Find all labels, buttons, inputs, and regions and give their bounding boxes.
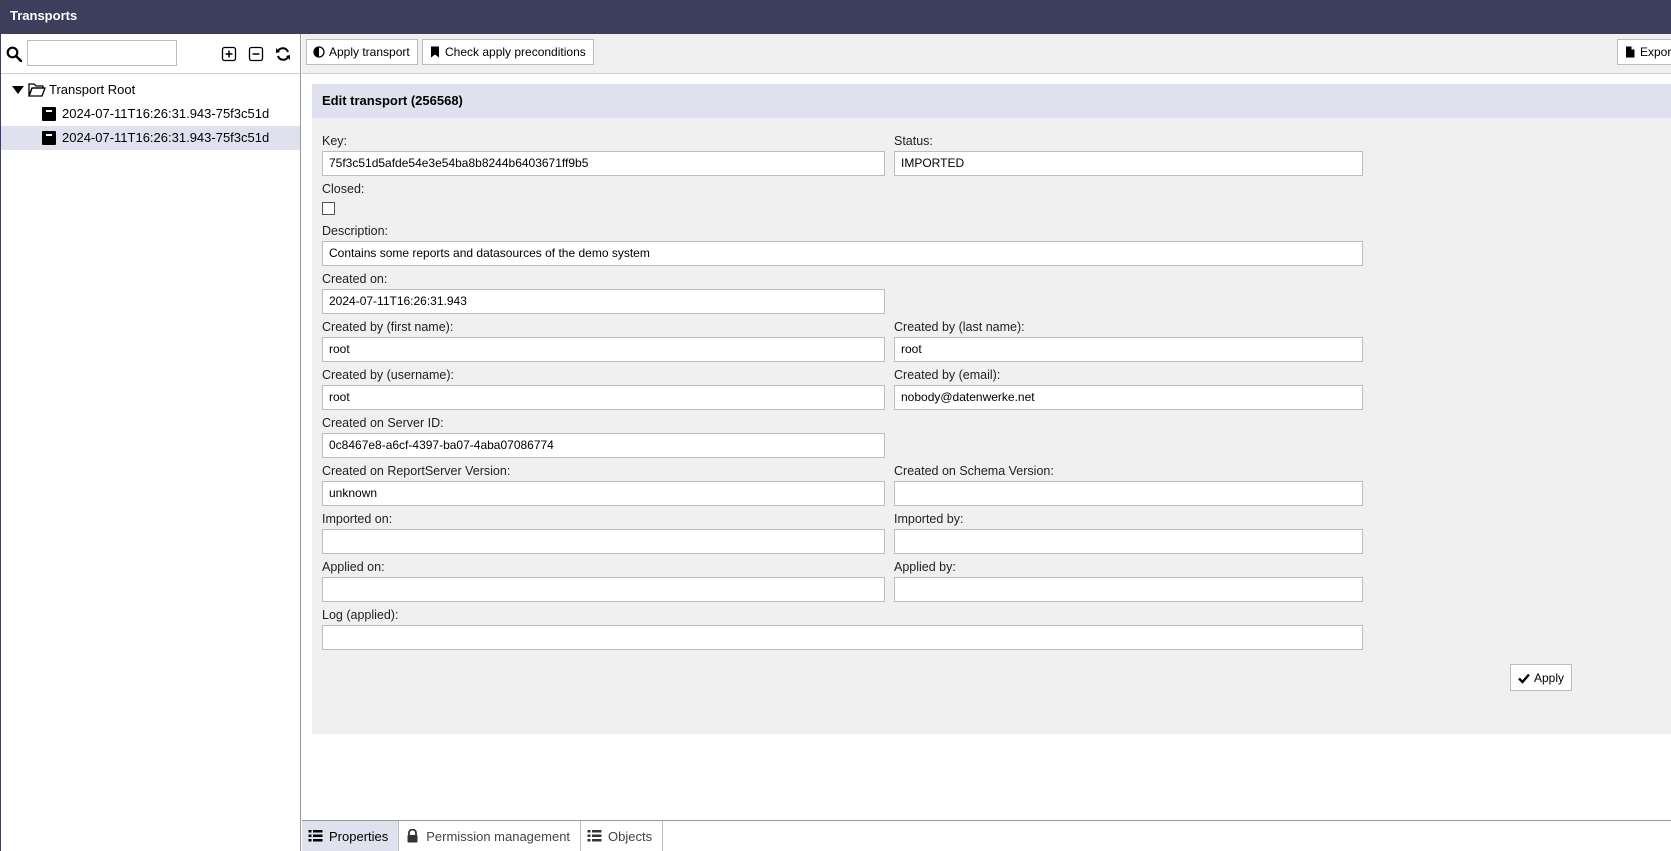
rs-version-label: Created on ReportServer Version: (322, 464, 511, 478)
created-on-field[interactable]: 2024-07-11T16:26:31.943 (322, 289, 885, 314)
imported-by-field[interactable] (894, 529, 1363, 554)
schema-version-field[interactable] (894, 481, 1363, 506)
folder-open-icon (28, 83, 46, 97)
applied-by-label: Applied by: (894, 560, 956, 574)
status-label: Status: (894, 134, 933, 148)
apply-transport-button[interactable]: Apply transport (306, 39, 418, 65)
rs-version-field[interactable]: unknown (322, 481, 885, 506)
last-name-field[interactable]: root (894, 337, 1363, 362)
bottom-tabs: Properties Permission management Objects (302, 820, 1671, 851)
window-title: Transports (0, 0, 1671, 34)
applied-on-field[interactable] (322, 577, 885, 602)
edit-transport-panel: Edit transport (256568) Key: 75f3c51d5af… (312, 84, 1671, 734)
username-field[interactable]: root (322, 385, 885, 410)
imported-on-field[interactable] (322, 529, 885, 554)
tab-properties[interactable]: Properties (302, 821, 400, 851)
transport-icon (42, 131, 56, 145)
list-icon (308, 830, 323, 842)
description-label: Description: (322, 224, 388, 238)
list-icon (587, 830, 602, 842)
tree-search-input[interactable] (27, 40, 177, 66)
check-icon (1518, 673, 1530, 684)
tree-item-transport[interactable]: 2024-07-11T16:26:31.943-75f3c51d (1, 126, 300, 150)
status-field[interactable]: IMPORTED (894, 151, 1363, 176)
tab-permission-label: Permission management (426, 828, 571, 844)
tab-objects-label: Objects (608, 828, 653, 844)
server-id-field[interactable]: 0c8467e8-a6cf-4397-ba07-4aba07086774 (322, 433, 885, 458)
tab-permission-management[interactable]: Permission management (399, 821, 582, 851)
caret-down-icon[interactable] (12, 86, 24, 94)
search-icon (6, 46, 22, 62)
expand-all-icon[interactable] (221, 46, 237, 62)
imported-on-label: Imported on: (322, 512, 393, 526)
contrast-icon (313, 46, 325, 58)
check-preconditions-label: Check apply preconditions (445, 45, 586, 59)
closed-label: Closed: (322, 182, 365, 196)
tree-root-label: Transport Root (49, 82, 136, 97)
bookmark-icon (431, 46, 439, 58)
apply-transport-label: Apply transport (329, 45, 410, 59)
applied-on-label: Applied on: (322, 560, 385, 574)
schema-version-label: Created on Schema Version: (894, 464, 1054, 478)
first-name-label: Created by (first name): (322, 320, 454, 334)
left-panel: Transport Root 2024-07-11T16:26:31.943-7… (0, 34, 301, 851)
file-icon (1626, 46, 1635, 58)
tree-item-transport[interactable]: 2024-07-11T16:26:31.943-75f3c51d (1, 102, 300, 126)
export-label: Export (1640, 45, 1671, 59)
last-name-label: Created by (last name): (894, 320, 1025, 334)
panel-title: Edit transport (256568) (312, 84, 1671, 118)
lock-icon (407, 829, 418, 843)
imported-by-label: Imported by: (894, 512, 964, 526)
email-field[interactable]: nobody@datenwerke.net (894, 385, 1363, 410)
log-label: Log (applied): (322, 608, 399, 622)
email-label: Created by (email): (894, 368, 1001, 382)
tree-root-item[interactable]: Transport Root (1, 78, 300, 102)
transport-icon (42, 107, 56, 121)
transport-tree: Transport Root 2024-07-11T16:26:31.943-7… (1, 74, 300, 150)
key-label: Key: (322, 134, 348, 148)
log-field[interactable] (322, 625, 1363, 650)
applied-by-field[interactable] (894, 577, 1363, 602)
apply-button[interactable]: Apply (1510, 664, 1573, 691)
main-panel: Apply transport Check apply precondition… (302, 34, 1671, 851)
refresh-icon[interactable] (275, 46, 291, 62)
closed-checkbox[interactable] (322, 202, 335, 215)
key-field[interactable]: 75f3c51d5afde54e3e54ba8b8244b6403671ff9b… (322, 151, 885, 176)
tab-properties-label: Properties (329, 828, 389, 844)
created-on-label: Created on: (322, 272, 388, 286)
username-label: Created by (username): (322, 368, 455, 382)
main-toolbar: Apply transport Check apply precondition… (302, 34, 1671, 74)
server-id-label: Created on Server ID: (322, 416, 444, 430)
tree-item-label: 2024-07-11T16:26:31.943-75f3c51d (62, 106, 270, 121)
description-field[interactable]: Contains some reports and datasources of… (322, 241, 1363, 266)
check-preconditions-button[interactable]: Check apply preconditions (422, 39, 594, 65)
collapse-all-icon[interactable] (248, 46, 264, 62)
tree-item-label: 2024-07-11T16:26:31.943-75f3c51d (62, 130, 270, 145)
first-name-field[interactable]: root (322, 337, 885, 362)
tab-objects[interactable]: Objects (581, 821, 664, 851)
export-button[interactable]: Export (1617, 39, 1671, 65)
tree-toolbar (1, 34, 300, 74)
apply-label: Apply (1534, 670, 1565, 685)
